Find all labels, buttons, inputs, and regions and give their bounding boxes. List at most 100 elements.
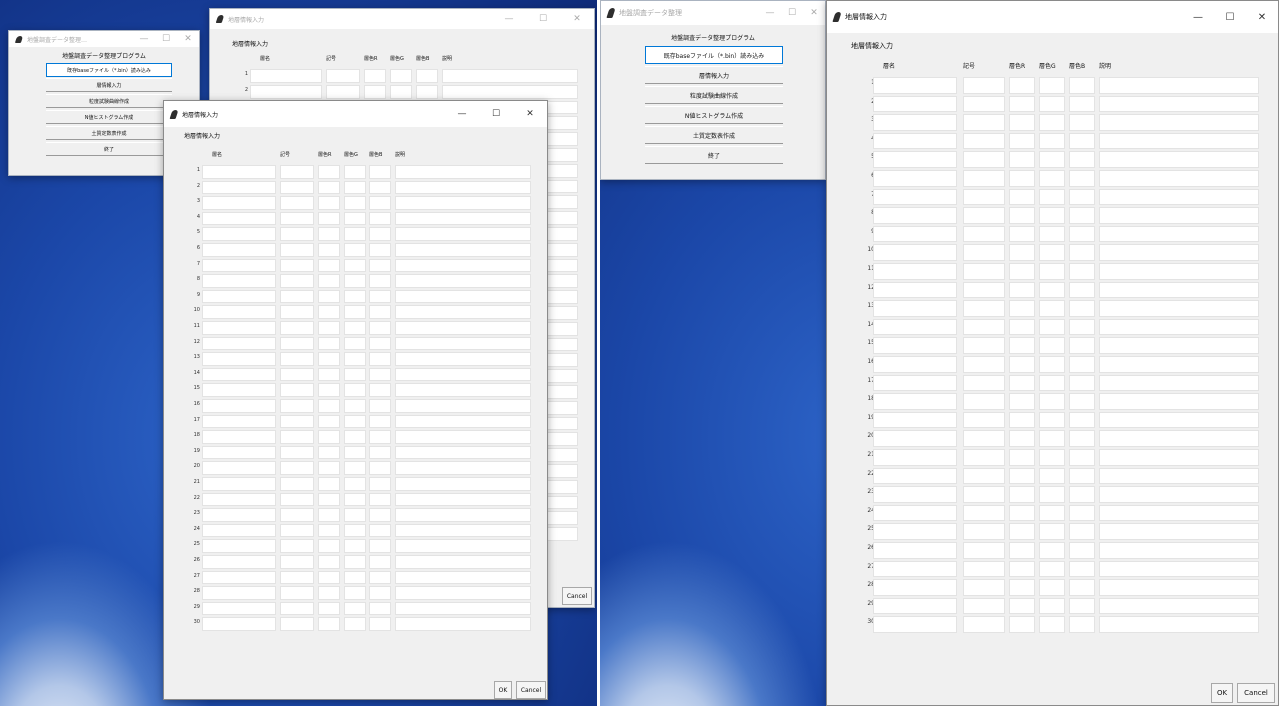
cell-color-b[interactable] [1069,77,1095,94]
cell-color-r[interactable] [1009,430,1035,447]
cell-desc[interactable] [1099,579,1259,596]
cell-symbol[interactable] [963,95,1005,113]
cell-desc[interactable] [1099,244,1259,261]
cell-color-r[interactable] [318,523,340,538]
cell-desc[interactable] [1099,77,1259,94]
cell-color-g[interactable] [1039,523,1065,540]
cell-desc[interactable] [1099,523,1259,540]
cell-symbol[interactable] [280,414,314,429]
cell-desc[interactable] [395,539,531,553]
cell-color-r[interactable] [1009,616,1035,633]
cell-symbol[interactable] [963,263,1005,280]
cell-desc[interactable] [1099,616,1259,633]
cell-symbol[interactable] [280,539,314,553]
cell-symbol[interactable] [280,477,314,491]
cell-symbol[interactable] [963,504,1005,522]
cell-symbol[interactable] [280,508,314,522]
cell-name[interactable] [202,477,276,491]
cell-name[interactable] [202,414,276,429]
cell-color-g[interactable] [344,367,366,382]
cell-desc[interactable] [395,461,531,475]
cell-color-r[interactable] [1009,467,1035,485]
cell-color-r[interactable] [1009,337,1035,354]
cell-desc[interactable] [395,601,531,616]
n-histogram-button[interactable]: N値ヒストグラム作成 [645,106,783,124]
cell-color-g[interactable] [1039,77,1065,94]
cell-name[interactable] [873,244,957,261]
cell-color-b[interactable] [1069,244,1095,261]
cell-color-b[interactable] [369,383,391,397]
cell-symbol[interactable] [280,367,314,382]
cell-symbol[interactable] [280,211,314,226]
cell-name[interactable] [202,570,276,585]
cell-color-g[interactable] [344,539,366,553]
cell-color-b[interactable] [369,336,391,351]
cell-desc[interactable] [395,399,531,413]
cell-color-r[interactable] [318,227,340,241]
cell-color-g[interactable] [344,289,366,304]
cell-color-r[interactable] [318,196,340,210]
cell-name[interactable] [873,467,957,485]
cell-desc[interactable] [1099,318,1259,336]
cell-color-b[interactable] [369,289,391,304]
cell-color-r[interactable] [1009,560,1035,578]
cell-name[interactable] [202,180,276,195]
cell-color-b[interactable] [369,321,391,335]
cell-color-g[interactable] [344,601,366,616]
cell-symbol[interactable] [280,336,314,351]
cell-color-g[interactable] [344,258,366,273]
cell-color-r[interactable] [318,586,340,600]
cell-name[interactable] [202,445,276,460]
exit-button[interactable]: 終了 [645,146,783,164]
cell-color-r[interactable] [1009,151,1035,168]
cell-color-b[interactable] [369,445,391,460]
cell-color-r[interactable] [1009,411,1035,429]
cell-name[interactable] [873,132,957,150]
cell-symbol[interactable] [963,616,1005,633]
cell-name[interactable] [873,616,957,633]
cell-color-r[interactable] [1009,170,1035,187]
cell-color-r[interactable] [1009,77,1035,94]
cell-symbol[interactable] [963,132,1005,150]
cell-color-b[interactable] [369,305,391,319]
cell-symbol[interactable] [280,165,314,179]
cell-color-r[interactable] [1009,504,1035,522]
cell-desc[interactable] [1099,95,1259,113]
cell-color-r[interactable] [1009,114,1035,131]
cell-color-g[interactable] [344,196,366,210]
soil-constant-button[interactable]: 土質定数表作成 [645,126,783,144]
cell-color-g[interactable] [1039,597,1065,615]
cell-desc[interactable] [395,321,531,335]
cell-desc[interactable] [395,180,531,195]
cell-color-g[interactable] [1039,411,1065,429]
cell-color-b[interactable] [1069,523,1095,540]
cell-color-r[interactable] [1009,132,1035,150]
cell-name[interactable] [202,461,276,475]
cell-color-b[interactable] [1069,411,1095,429]
cell-desc[interactable] [1099,151,1259,168]
cell-color-b[interactable] [1069,263,1095,280]
cell-desc[interactable] [1099,263,1259,280]
cell-desc[interactable] [395,414,531,429]
cell-name[interactable] [202,399,276,413]
cell-color-b[interactable] [369,555,391,569]
cell-symbol[interactable] [280,523,314,538]
cell-name[interactable] [202,274,276,288]
cell-desc[interactable] [395,289,531,304]
cell-color-g[interactable] [1039,356,1065,373]
cell-color-r[interactable] [364,84,386,99]
cell-desc[interactable] [395,477,531,491]
maximize-button[interactable]: ☐ [1214,1,1246,33]
cell-color-r[interactable] [1009,523,1035,540]
cell-color-b[interactable] [369,180,391,195]
cell-color-b[interactable] [369,227,391,241]
cell-symbol[interactable] [963,560,1005,578]
cell-symbol[interactable] [280,445,314,460]
cell-symbol[interactable] [963,523,1005,540]
cell-name[interactable] [873,114,957,131]
cancel-button[interactable]: Cancel [516,681,546,699]
load-base-file-button[interactable]: 既存baseファイル（*.bin）読み込み [46,63,172,77]
cell-symbol[interactable] [963,207,1005,224]
cell-color-g[interactable] [344,352,366,366]
layer-input-button[interactable]: 層情報入力 [645,66,783,84]
